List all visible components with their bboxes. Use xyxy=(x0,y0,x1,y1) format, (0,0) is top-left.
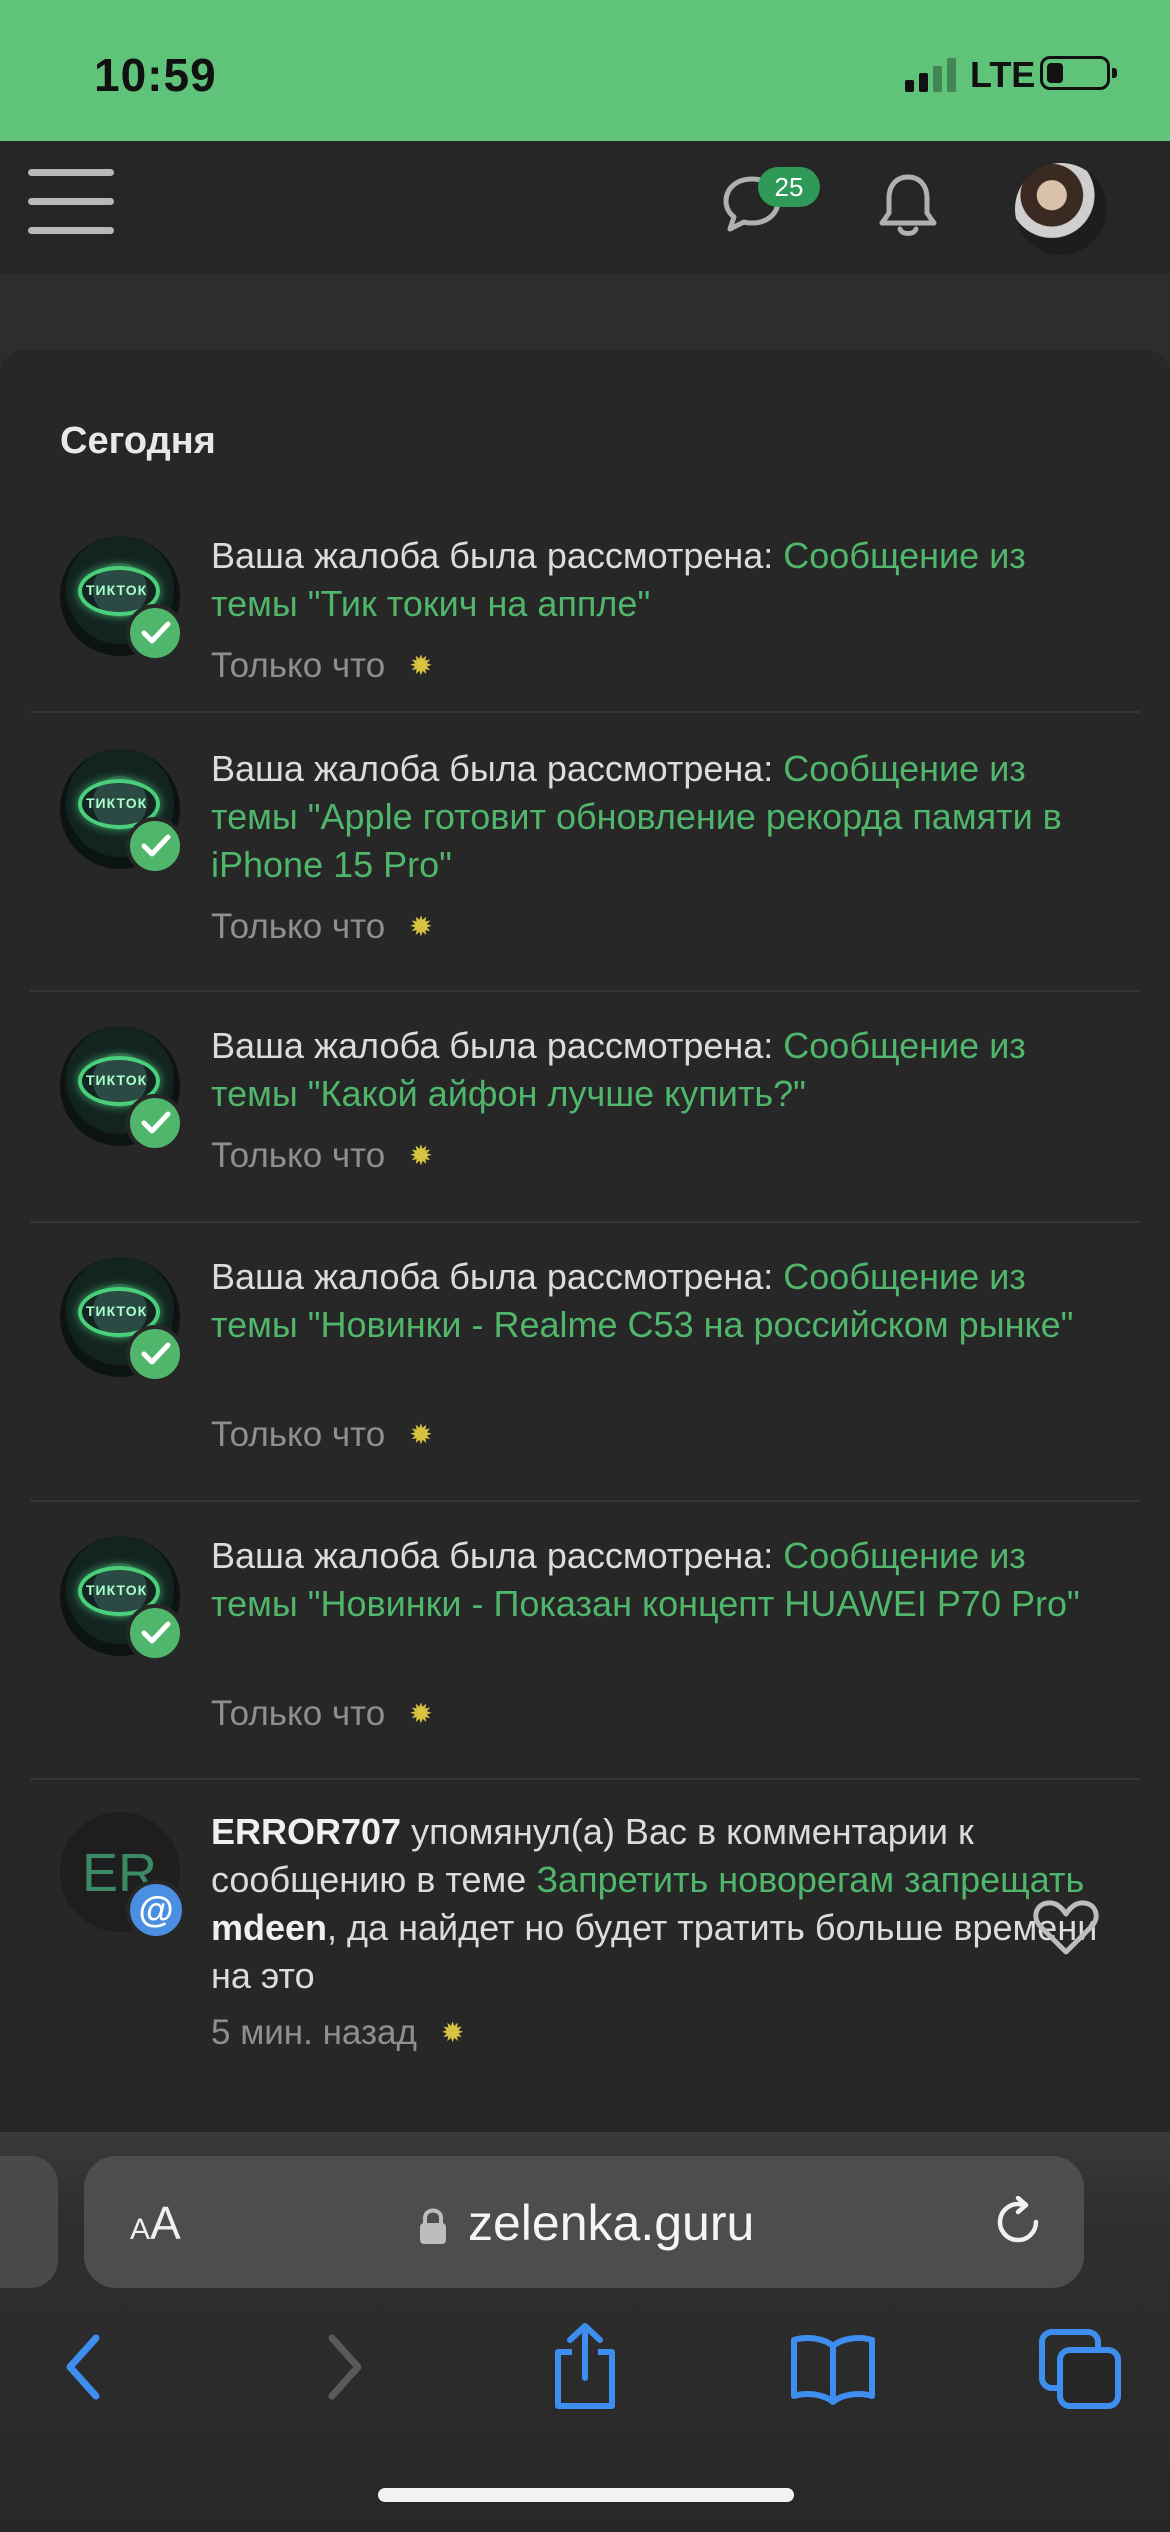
alerts-card: Сегодня ТИКТОК Ваша жалоба была рассмотр… xyxy=(0,350,1170,2150)
sparkle-icon: ✹ xyxy=(409,1419,433,1450)
alert-item[interactable]: ТИКТОК Ваша жалоба была рассмотрена: Соо… xyxy=(30,713,1140,992)
share-icon[interactable] xyxy=(540,2322,630,2412)
heart-icon[interactable] xyxy=(1032,1898,1100,1958)
check-icon xyxy=(126,817,184,875)
check-icon xyxy=(126,1094,184,1152)
section-title: Сегодня xyxy=(60,420,216,462)
browser-toolbar-area: AA zelenka.guru xyxy=(0,2132,1170,2532)
messages-count-badge[interactable]: 25 xyxy=(758,167,820,207)
network-type: LTE xyxy=(970,54,1036,95)
sparkle-icon: ✹ xyxy=(409,650,433,681)
status-bar: 10:59 LTE xyxy=(0,0,1170,141)
previous-tab-preview[interactable] xyxy=(0,2156,58,2288)
sparkle-icon: ✹ xyxy=(409,1698,433,1729)
reply-username[interactable]: mdeen xyxy=(211,1907,327,1948)
lock-icon xyxy=(420,2208,446,2244)
mention-username[interactable]: ERROR707 xyxy=(211,1811,401,1852)
check-icon xyxy=(126,1604,184,1662)
page-spacer xyxy=(0,274,1170,350)
thread-link[interactable]: Запретить новорегам запрещать xyxy=(536,1859,1084,1900)
url-text[interactable]: zelenka.guru xyxy=(468,2194,754,2252)
reload-icon[interactable] xyxy=(992,2196,1044,2248)
cellular-signal-icon xyxy=(905,58,956,92)
app-header: 25 xyxy=(0,141,1170,274)
chevron-left-icon[interactable] xyxy=(42,2322,132,2412)
mention-alert-item[interactable]: ER @ ERROR707 упомянул(а) Вас в коммента… xyxy=(30,1780,1140,2080)
alert-text: Ваша жалоба была рассмотрена: Сообщение … xyxy=(211,1256,1074,1345)
home-indicator xyxy=(378,2488,794,2502)
alert-text: Ваша жалоба была рассмотрена: Сообщение … xyxy=(211,1535,1080,1624)
alert-text: Ваша жалоба была рассмотрена: Сообщение … xyxy=(211,1025,1026,1114)
alert-time: Только что ✹ xyxy=(211,907,433,946)
alert-time: Только что ✹ xyxy=(211,1415,433,1454)
check-icon xyxy=(126,1325,184,1383)
browser-nav-toolbar xyxy=(0,2322,1170,2432)
status-time: 10:59 xyxy=(94,49,217,101)
alert-item[interactable]: ТИКТОК Ваша жалоба была рассмотрена: Соо… xyxy=(30,1223,1140,1502)
user-avatar[interactable] xyxy=(1015,163,1107,255)
alert-item[interactable]: ТИКТОК Ваша жалоба была рассмотрена: Соо… xyxy=(30,1502,1140,1780)
alert-item[interactable]: ТИКТОК Ваша жалоба была рассмотрена: Соо… xyxy=(30,992,1140,1223)
hamburger-menu-icon[interactable] xyxy=(28,169,114,241)
chevron-right-icon[interactable] xyxy=(296,2322,386,2412)
alert-text: Ваша жалоба была рассмотрена: Сообщение … xyxy=(211,748,1062,885)
book-icon[interactable] xyxy=(788,2322,878,2412)
at-icon: @ xyxy=(126,1880,186,1940)
sparkle-icon: ✹ xyxy=(440,2017,465,2048)
sparkle-icon: ✹ xyxy=(409,911,433,942)
text-size-button[interactable]: AA xyxy=(130,2196,181,2250)
tabs-icon[interactable] xyxy=(1036,2322,1126,2412)
battery-icon xyxy=(1040,56,1117,90)
sparkle-icon: ✹ xyxy=(409,1140,433,1171)
address-bar[interactable]: AA zelenka.guru xyxy=(84,2156,1084,2288)
alert-time: Только что ✹ xyxy=(211,1694,433,1733)
bell-icon[interactable] xyxy=(876,171,940,241)
alert-text: Ваша жалоба была рассмотрена: Сообщение … xyxy=(211,535,1026,624)
check-icon xyxy=(126,604,184,662)
alert-time: 5 мин. назад ✹ xyxy=(211,2013,465,2052)
alert-time: Только что ✹ xyxy=(211,646,433,685)
mention-text: ERROR707 упомянул(а) Вас в комментарии к… xyxy=(211,1811,1098,1996)
alert-time: Только что ✹ xyxy=(211,1136,433,1175)
alert-item[interactable]: ТИКТОК Ваша жалоба была рассмотрена: Соо… xyxy=(30,500,1140,713)
